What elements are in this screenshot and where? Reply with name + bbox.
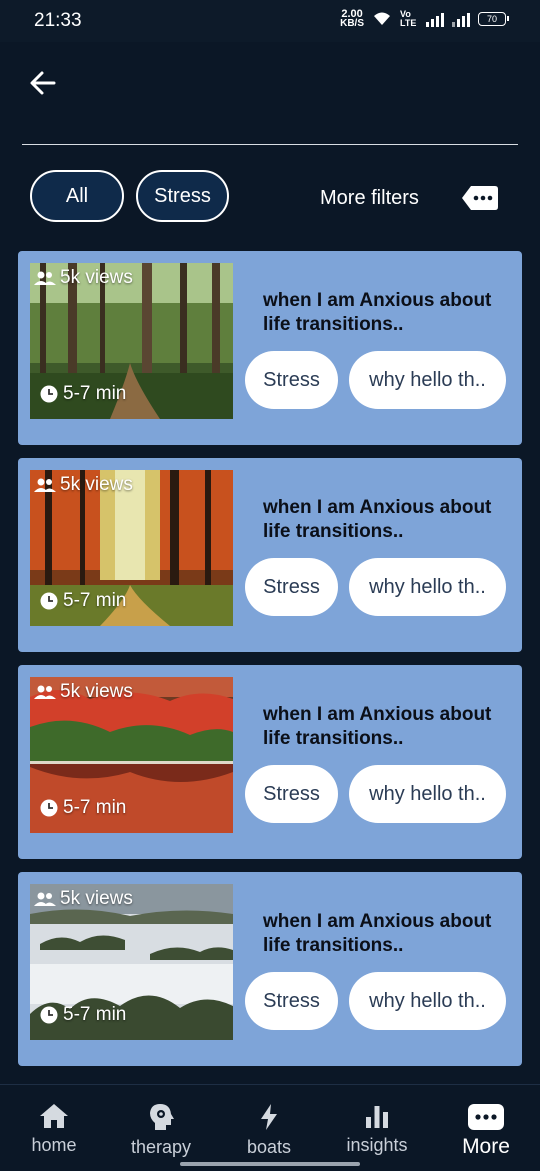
people-icon: [34, 685, 56, 699]
clock-icon: [40, 385, 58, 403]
duration-badge: 5-7 min: [40, 383, 126, 405]
views-badge: 5k views: [34, 267, 133, 289]
nav-item-insights[interactable]: insights: [327, 1085, 427, 1165]
head-gear-icon: [150, 1104, 174, 1130]
nav-item-therapy[interactable]: therapy: [111, 1085, 211, 1165]
content-card[interactable]: 5k views 5-7 min when I am Anxious about…: [18, 251, 522, 445]
tag-pill-stress[interactable]: Stress: [245, 558, 338, 616]
views-badge: 5k views: [34, 888, 133, 910]
card-title: when I am Anxious about life transitions…: [263, 497, 492, 542]
people-icon: [34, 892, 56, 906]
card-thumbnail: 5k views 5-7 min: [30, 263, 233, 419]
back-button[interactable]: [26, 66, 60, 100]
duration-badge: 5-7 min: [40, 590, 126, 612]
duration-badge: 5-7 min: [40, 797, 126, 819]
tag-pill-stress[interactable]: Stress: [245, 351, 338, 409]
clock-icon: [40, 799, 58, 817]
filter-chip-all[interactable]: All: [30, 170, 124, 222]
nav-item-more[interactable]: More: [436, 1085, 536, 1165]
views-badge: 5k views: [34, 681, 133, 703]
search-field-underline[interactable]: [22, 144, 518, 145]
more-tag-icon[interactable]: [461, 184, 499, 212]
nav-item-boats[interactable]: boats: [219, 1085, 319, 1165]
tag-pill-hello[interactable]: why hello th..: [349, 765, 506, 823]
card-thumbnail: 5k views 5-7 min: [30, 884, 233, 1040]
clock-icon: [40, 1006, 58, 1024]
tag-pill-hello[interactable]: why hello th..: [349, 558, 506, 616]
back-arrow-icon: [30, 71, 56, 95]
nav-item-home[interactable]: home: [4, 1085, 104, 1165]
duration-badge: 5-7 min: [40, 1004, 126, 1026]
home-icon: [40, 1104, 68, 1128]
wifi-icon: [374, 12, 390, 25]
tag-pill-hello[interactable]: why hello th..: [349, 351, 506, 409]
lightning-icon: [261, 1104, 277, 1130]
home-indicator[interactable]: [180, 1162, 360, 1166]
filter-chip-stress[interactable]: Stress: [136, 170, 229, 222]
card-thumbnail: 5k views 5-7 min: [30, 677, 233, 833]
battery-icon: 70: [478, 12, 509, 26]
more-filters-link[interactable]: More filters: [320, 187, 419, 210]
card-thumbnail: 5k views 5-7 min: [30, 470, 233, 626]
tag-pill-hello[interactable]: why hello th..: [349, 972, 506, 1030]
signal-icon-2: [452, 11, 470, 27]
status-bar: 21:33 2.00 KB/S Vo LTE 70: [0, 0, 540, 42]
more-icon: [468, 1104, 504, 1130]
status-time: 21:33: [34, 10, 82, 31]
card-title: when I am Anxious about life transitions…: [263, 704, 492, 749]
card-title: when I am Anxious about life transitions…: [263, 911, 492, 956]
network-type: Vo LTE: [400, 9, 417, 28]
card-title: when I am Anxious about life transitions…: [263, 290, 492, 335]
content-card[interactable]: 5k views 5-7 min when I am Anxious about…: [18, 458, 522, 652]
tag-pill-stress[interactable]: Stress: [245, 765, 338, 823]
content-card[interactable]: 5k views 5-7 min when I am Anxious about…: [18, 872, 522, 1066]
clock-icon: [40, 592, 58, 610]
tag-pill-stress[interactable]: Stress: [245, 972, 338, 1030]
signal-icon: [426, 11, 444, 27]
bottom-nav: home therapy boats insights More: [0, 1084, 540, 1171]
people-icon: [34, 478, 56, 492]
bar-chart-icon: [366, 1106, 388, 1128]
people-icon: [34, 271, 56, 285]
content-card[interactable]: 5k views 5-7 min when I am Anxious about…: [18, 665, 522, 859]
status-indicators: 2.00 KB/S Vo LTE 70: [340, 8, 509, 29]
views-badge: 5k views: [34, 474, 133, 496]
network-speed: 2.00 KB/S: [340, 8, 364, 29]
